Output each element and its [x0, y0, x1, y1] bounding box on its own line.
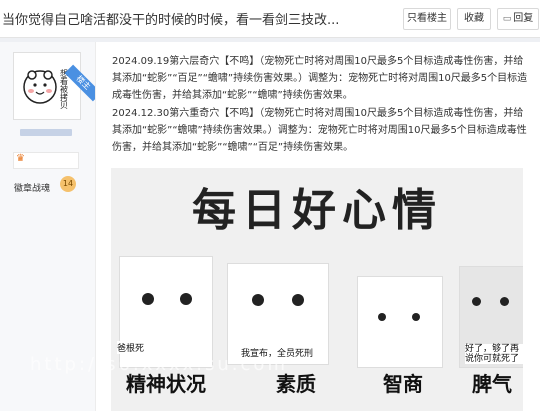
achievement-label: 徽章战魂: [14, 184, 51, 194]
eye-icon: [412, 313, 420, 321]
eye-icon: [252, 294, 264, 306]
reply-button[interactable]: ▭ 回复: [497, 8, 539, 30]
top-bar: 当你觉得自己啥活都没干的时候的时候，看一看剑三技改... 只看楼主 收藏 ▭ 回复: [0, 0, 540, 38]
eye-icon: [292, 294, 304, 306]
cat-face-image: [357, 276, 443, 368]
only-owner-button[interactable]: 只看楼主: [403, 8, 451, 30]
eye-icon: [180, 293, 192, 305]
owner-ribbon-wrap: 楼主: [0, 42, 95, 112]
eye-icon: [378, 313, 386, 321]
meme-bubble: 好了，够了再说你可就死了: [465, 344, 523, 364]
post-paragraph: 2024.12.30第六重奇穴【不鸣】（宠物死亡时将对周围10尺最多5个目标造成…: [112, 108, 527, 153]
page-title: 当你觉得自己啥活都没干的时候的时候，看一看剑三技改...: [2, 13, 340, 28]
eye-icon: [472, 297, 481, 306]
username-redacted[interactable]: [20, 129, 72, 136]
crown-icon: ♛: [16, 153, 25, 164]
eye-icon: [500, 297, 509, 306]
post-paragraph: 2024.09.19第六层奇穴【不鸣】（宠物死亡时将对周围10尺最多5个目标造成…: [112, 56, 528, 101]
meme-title: 每日好心情: [192, 185, 442, 236]
owner-badge: 楼主: [64, 64, 95, 102]
watermark: http://s6.xxxx.su.com: [30, 354, 288, 375]
meme-bubble: 爸根死: [117, 341, 145, 354]
comment-icon: ▭: [502, 14, 512, 24]
favorite-button[interactable]: 收藏: [457, 8, 491, 30]
level-badge: ♛: [13, 152, 79, 169]
achievement-count: 14: [60, 176, 76, 192]
eye-icon: [142, 293, 154, 305]
reply-label: 回复: [513, 13, 534, 24]
meme-caption: 脾气: [472, 372, 512, 396]
meme-caption: 智商: [383, 372, 423, 396]
